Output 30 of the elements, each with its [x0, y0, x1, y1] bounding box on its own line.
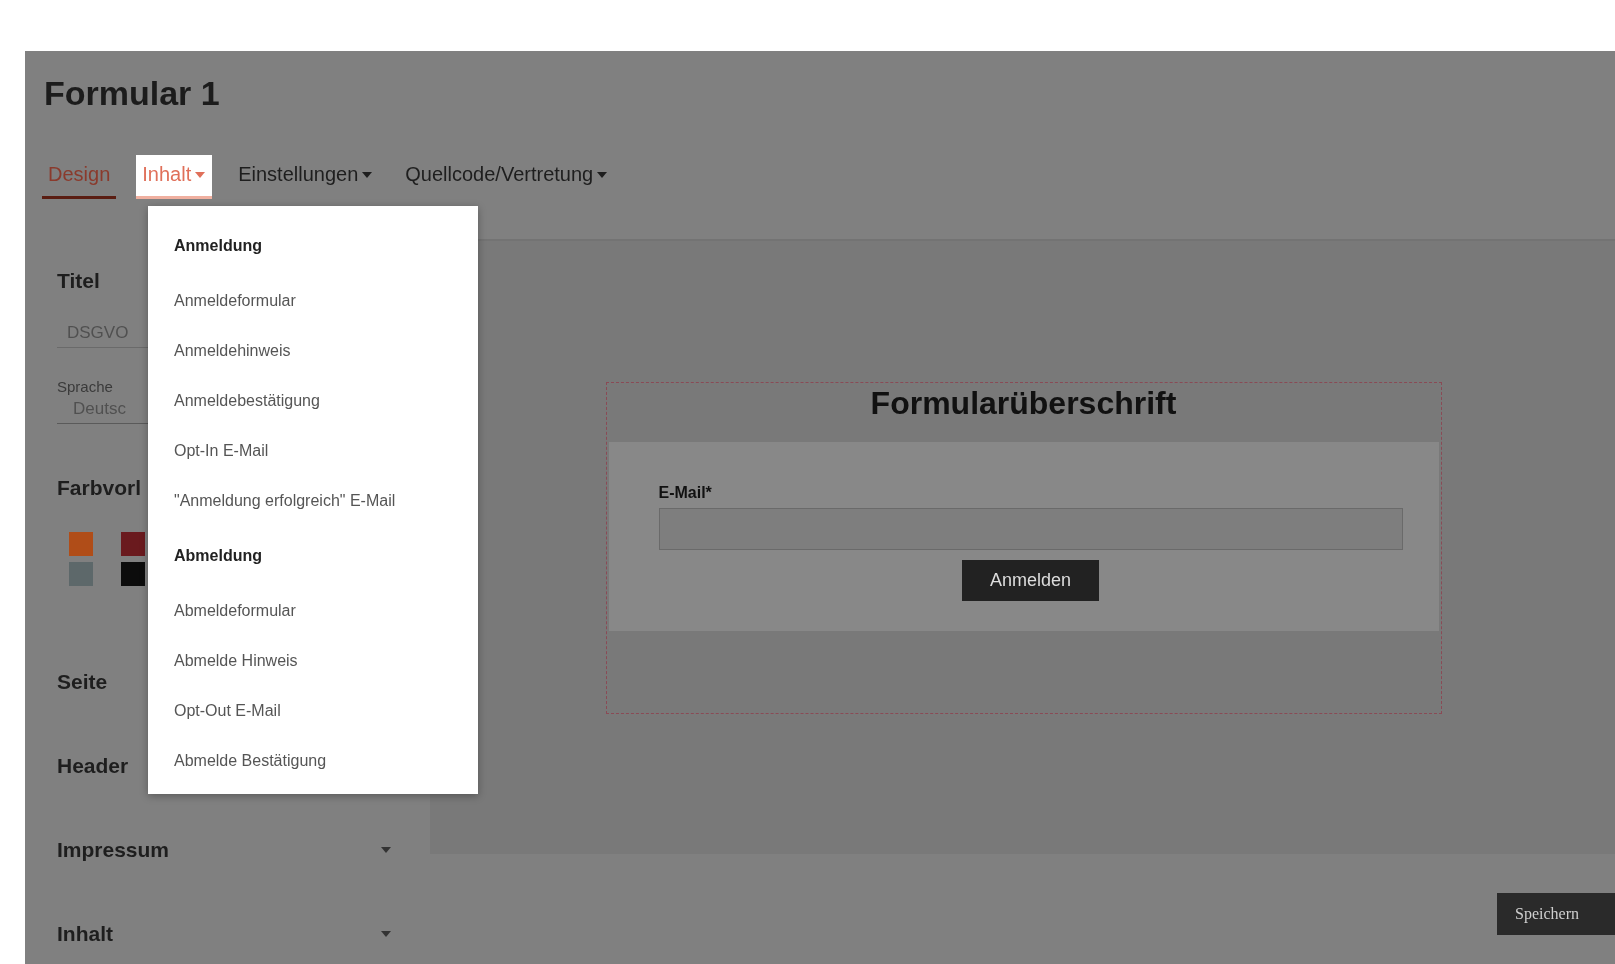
section-heading: Farbvorl: [57, 476, 142, 500]
menu-item[interactable]: Abmelde Bestätigung: [148, 736, 478, 786]
color-swatch[interactable]: [121, 562, 145, 586]
menu-item[interactable]: Opt-In E-Mail: [148, 426, 478, 476]
section-heading[interactable]: Impressum: [57, 838, 170, 862]
email-field[interactable]: [658, 508, 1403, 550]
menu-item[interactable]: Abmeldeformular: [148, 586, 478, 636]
menu-item[interactable]: Abmelde Hinweis: [148, 636, 478, 686]
section-heading[interactable]: Header: [57, 754, 129, 778]
field-label: Sprache: [57, 378, 113, 395]
section-heading: Titel: [57, 269, 100, 293]
tab[interactable]: Quellcode/Vertretung: [399, 155, 615, 199]
color-swatch[interactable]: [69, 532, 93, 556]
submit-button[interactable]: Anmelden: [961, 560, 1100, 601]
field-label: E-Mail*: [658, 484, 713, 502]
menu-item[interactable]: Opt-Out E-Mail: [148, 686, 478, 736]
section-heading[interactable]: Inhalt: [57, 922, 113, 946]
form-heading: Formularüberschrift: [869, 384, 1178, 423]
menu-heading[interactable]: Abmeldung: [148, 532, 478, 586]
menu-heading[interactable]: Anmeldung: [148, 222, 478, 276]
menu-item[interactable]: Anmeldebestätigung: [148, 376, 478, 426]
tab[interactable]: Einstellungen: [232, 155, 380, 199]
menu-item[interactable]: "Anmeldung erfolgreich" E-Mail: [148, 476, 478, 526]
menu-item[interactable]: Anmeldehinweis: [148, 326, 478, 376]
menu-item[interactable]: Anmeldeformular: [148, 276, 478, 326]
page-title: Formular 1: [44, 73, 221, 113]
color-swatch[interactable]: [69, 562, 93, 586]
section-heading[interactable]: Seite: [57, 670, 108, 694]
save-button[interactable]: Speichern: [1497, 893, 1615, 935]
color-swatch[interactable]: [121, 532, 145, 556]
